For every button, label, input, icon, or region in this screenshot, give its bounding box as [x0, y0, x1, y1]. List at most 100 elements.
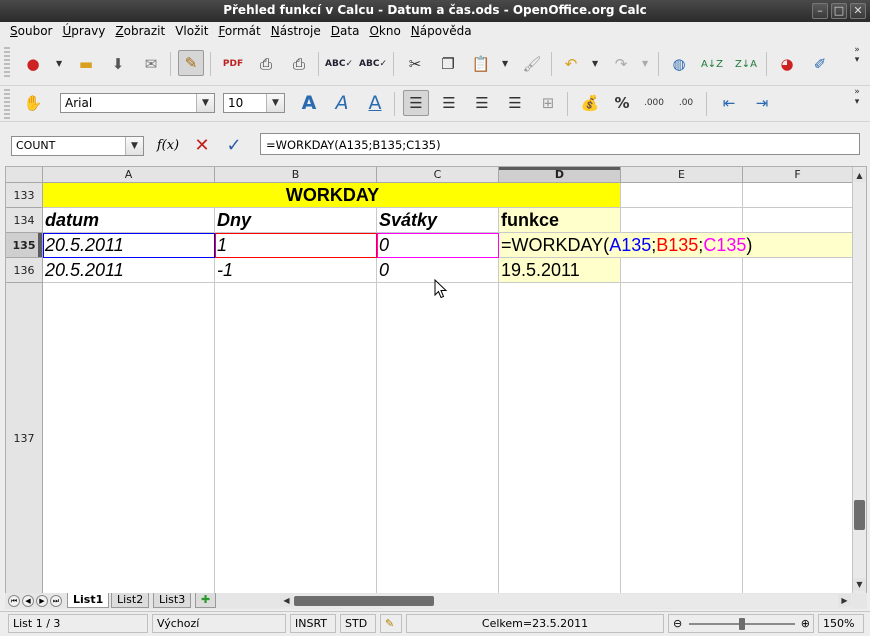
styles-formatting-icon[interactable]: ✋: [20, 90, 46, 116]
underline-icon[interactable]: A: [362, 90, 388, 116]
add-sheet-icon[interactable]: ✚: [195, 593, 217, 608]
status-page-style[interactable]: Výchozí: [152, 614, 286, 633]
undo-icon[interactable]: ↶: [558, 51, 584, 77]
vertical-scroll-thumb[interactable]: [854, 500, 865, 530]
menu-vlozit[interactable]: Vložit: [171, 22, 212, 40]
first-sheet-icon[interactable]: ⏮: [8, 595, 20, 607]
new-dropdown-icon[interactable]: ▼: [56, 59, 62, 68]
toolbar-grip[interactable]: [4, 89, 10, 119]
redo-icon[interactable]: ↷: [608, 51, 634, 77]
horizontal-scrollbar[interactable]: ◀ ▶: [280, 594, 852, 608]
align-center-icon[interactable]: ☰: [436, 90, 462, 116]
menu-okno[interactable]: Okno: [365, 22, 404, 40]
zoom-knob[interactable]: [739, 618, 745, 630]
increase-indent-icon[interactable]: ⇥: [749, 90, 775, 116]
cell-c134[interactable]: Svátky: [377, 208, 499, 233]
new-document-icon[interactable]: ●: [20, 51, 46, 77]
paste-icon[interactable]: 📋: [468, 51, 494, 77]
cell-c137[interactable]: [377, 283, 499, 593]
email-icon[interactable]: ✉: [138, 51, 164, 77]
menu-format[interactable]: Formát: [214, 22, 264, 40]
copy-icon[interactable]: ❐: [435, 51, 461, 77]
cell-b134[interactable]: Dny: [215, 208, 377, 233]
cell-b137[interactable]: [215, 283, 377, 593]
name-box[interactable]: COUNT ▼: [11, 136, 144, 156]
sort-ascending-icon[interactable]: A↓Z: [699, 51, 725, 77]
hyperlink-icon[interactable]: ◍: [666, 51, 692, 77]
font-size-combo[interactable]: 10 ▼: [223, 93, 285, 113]
row-header-135[interactable]: 135: [6, 233, 43, 258]
italic-icon[interactable]: A: [329, 90, 355, 116]
menu-napoveda[interactable]: Nápověda: [407, 22, 476, 40]
cell-a135[interactable]: 20.5.2011: [43, 233, 215, 258]
minimize-button[interactable]: –: [812, 3, 828, 19]
delete-decimal-icon[interactable]: .00: [673, 90, 699, 116]
row-header-137[interactable]: 137: [6, 283, 43, 593]
last-sheet-icon[interactable]: ⏭: [50, 595, 62, 607]
cell-f134[interactable]: [743, 208, 853, 233]
font-name-combo[interactable]: Arial ▼: [60, 93, 215, 113]
row-header-133[interactable]: 133: [6, 183, 43, 208]
scroll-right-icon[interactable]: ▶: [838, 594, 851, 607]
add-decimal-icon[interactable]: .000: [641, 90, 667, 116]
menu-nastroje[interactable]: Nástroje: [267, 22, 325, 40]
cell-f136[interactable]: [743, 258, 853, 283]
column-header-f[interactable]: F: [743, 167, 853, 183]
sheet-tab-list2[interactable]: List2: [111, 593, 150, 608]
cell-a137[interactable]: [43, 283, 215, 593]
chevron-down-icon[interactable]: ▼: [125, 137, 143, 155]
menu-data[interactable]: Data: [327, 22, 364, 40]
cell-d137[interactable]: [499, 283, 621, 593]
horizontal-scroll-thumb[interactable]: [294, 596, 434, 606]
print-icon[interactable]: ⎙: [253, 51, 279, 77]
cell-e134[interactable]: [621, 208, 743, 233]
cell-b135[interactable]: 1: [215, 233, 377, 258]
scroll-up-icon[interactable]: ▲: [853, 169, 866, 182]
cell-d134[interactable]: funkce: [499, 208, 621, 233]
merge-cells-icon[interactable]: ⊞: [535, 90, 561, 116]
accept-icon[interactable]: ✓: [222, 135, 246, 157]
status-zoom[interactable]: 150%: [818, 614, 864, 633]
cell-f133[interactable]: [743, 183, 853, 208]
menu-soubor[interactable]: Soubor: [6, 22, 56, 40]
zoom-out-icon[interactable]: ⊖: [673, 615, 682, 632]
redo-dropdown-icon[interactable]: ▼: [642, 59, 648, 68]
scroll-left-icon[interactable]: ◀: [280, 594, 293, 607]
export-pdf-icon[interactable]: PDF: [220, 51, 246, 77]
cell-e133[interactable]: [621, 183, 743, 208]
column-header-e[interactable]: E: [621, 167, 743, 183]
scroll-down-icon[interactable]: ▼: [853, 578, 866, 591]
toolbar-more-icon[interactable]: » ▾: [852, 87, 862, 107]
cell-c135[interactable]: 0: [377, 233, 499, 258]
row-header-136[interactable]: 136: [6, 258, 43, 283]
decrease-indent-icon[interactable]: ⇤: [716, 90, 742, 116]
close-button[interactable]: ✕: [850, 3, 866, 19]
cell-d136[interactable]: 19.5.2011: [499, 258, 621, 283]
currency-format-icon[interactable]: 💰: [577, 90, 603, 116]
toolbar-grip[interactable]: [4, 47, 10, 77]
sheet-tab-list1[interactable]: List1: [67, 593, 110, 608]
save-icon[interactable]: ⬇: [105, 51, 131, 77]
bold-icon[interactable]: A: [296, 90, 322, 116]
cell-b136[interactable]: -1: [215, 258, 377, 283]
cell-d135-editing[interactable]: =WORKDAY(A135;B135;C135): [499, 233, 853, 258]
cell-e136[interactable]: [621, 258, 743, 283]
status-insert-mode[interactable]: INSRT: [290, 614, 336, 633]
format-paintbrush-icon[interactable]: 🖌: [519, 51, 545, 77]
cell-a133-merged[interactable]: WORKDAY: [43, 183, 621, 208]
cell-f137[interactable]: [743, 283, 853, 593]
edit-file-icon[interactable]: ✎: [178, 50, 204, 76]
menu-zobrazit[interactable]: Zobrazit: [111, 22, 169, 40]
cell-a134[interactable]: datum: [43, 208, 215, 233]
function-wizard-button[interactable]: f(x): [156, 135, 180, 157]
percent-format-icon[interactable]: %: [609, 90, 635, 116]
spellcheck-icon[interactable]: ABC✓: [325, 51, 353, 77]
formula-input[interactable]: =WORKDAY(A135;B135;C135): [260, 133, 860, 155]
column-header-b[interactable]: B: [215, 167, 377, 183]
prev-sheet-icon[interactable]: ◀: [22, 595, 34, 607]
zoom-in-icon[interactable]: ⊕: [801, 615, 810, 632]
align-left-icon[interactable]: ☰: [403, 90, 429, 116]
justify-icon[interactable]: ☰: [502, 90, 528, 116]
chevron-down-icon[interactable]: ▼: [266, 94, 284, 112]
chart-icon[interactable]: ◕: [774, 51, 800, 77]
